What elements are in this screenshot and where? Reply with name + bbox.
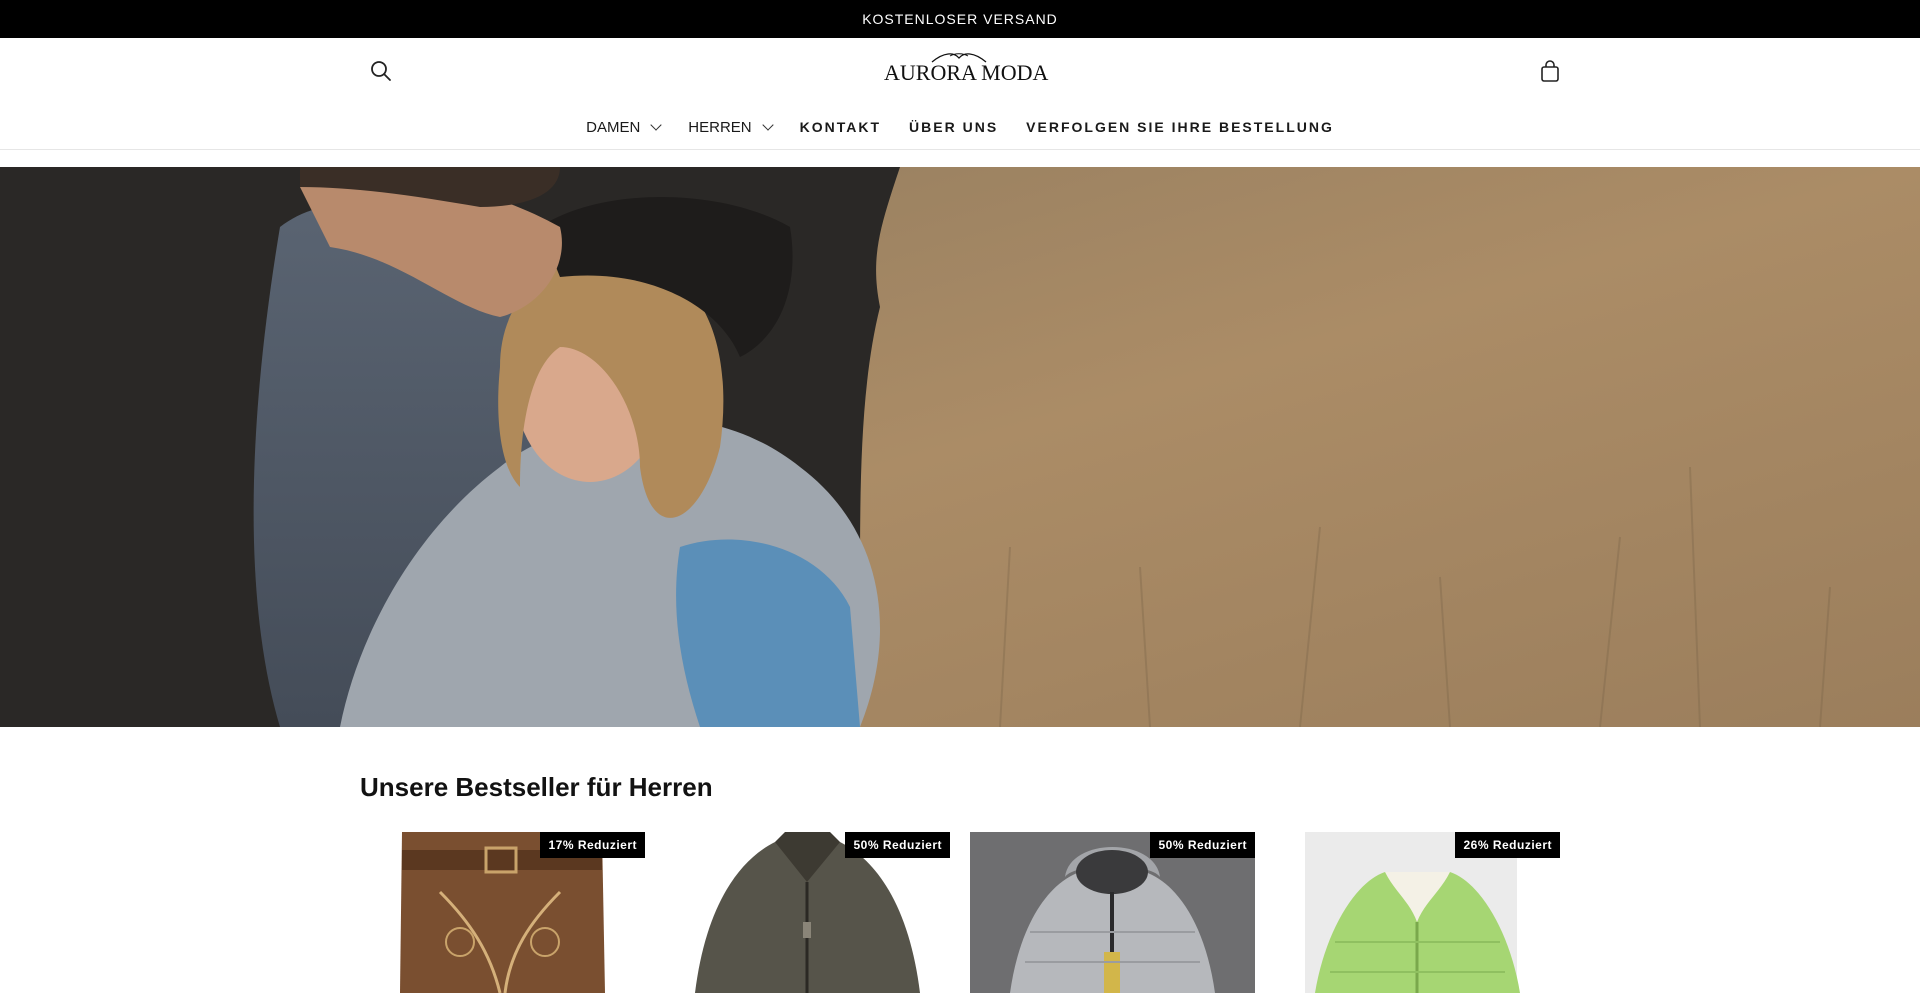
nav-item-track-order[interactable]: VERFOLGEN SIE IHRE BESTELLUNG [1012,119,1348,135]
nav-item-label: ÜBER UNS [909,119,999,135]
logo-text: AURORA MODA [884,60,1049,85]
product-card[interactable]: 26% Reduziert [1275,832,1560,993]
product-card[interactable]: 50% Reduziert [970,832,1255,993]
discount-badge: 50% Reduziert [845,832,950,858]
cart-icon [1541,60,1559,82]
hero-image [0,167,1920,727]
discount-badge: 50% Reduziert [1150,832,1255,858]
nav-item-label: VERFOLGEN SIE IHRE BESTELLUNG [1026,119,1334,135]
search-icon [371,61,391,81]
nav-item-damen[interactable]: DAMEN [572,119,674,136]
announcement-bar: KOSTENLOSER VERSAND [0,0,1920,38]
nav-item-label: HERREN [688,118,752,136]
discount-badge: 26% Reduziert [1455,832,1560,858]
search-button[interactable] [368,58,394,84]
main-nav: DAMEN HERREN KONTAKT ÜBER UNS VERFOLGEN … [0,110,1920,144]
discount-badge: 17% Reduziert [540,832,645,858]
hero-banner [0,167,1920,727]
nav-item-herren[interactable]: HERREN [674,119,785,136]
nav-item-ueber-uns[interactable]: ÜBER UNS [895,119,1012,135]
chevron-down-icon [761,119,774,131]
product-grid: 17% Reduziert 50% Reduziert 50% Reduzier… [360,832,1560,993]
nav-item-label: DAMEN [586,118,641,136]
product-card[interactable]: 50% Reduziert [665,832,950,993]
site-header: AURORA MODA DAMEN HERREN KONTAKT ÜBER UN… [0,38,1920,150]
site-logo[interactable]: AURORA MODA [884,50,1049,98]
nav-item-label: KONTAKT [799,119,882,135]
product-card[interactable]: 17% Reduziert [360,832,645,993]
cart-button[interactable] [1536,58,1564,86]
section-title: Unsere Bestseller für Herren [360,772,713,802]
announcement-text: KOSTENLOSER VERSAND [862,11,1058,27]
nav-item-kontakt[interactable]: KONTAKT [786,119,895,135]
chevron-down-icon [650,119,662,131]
